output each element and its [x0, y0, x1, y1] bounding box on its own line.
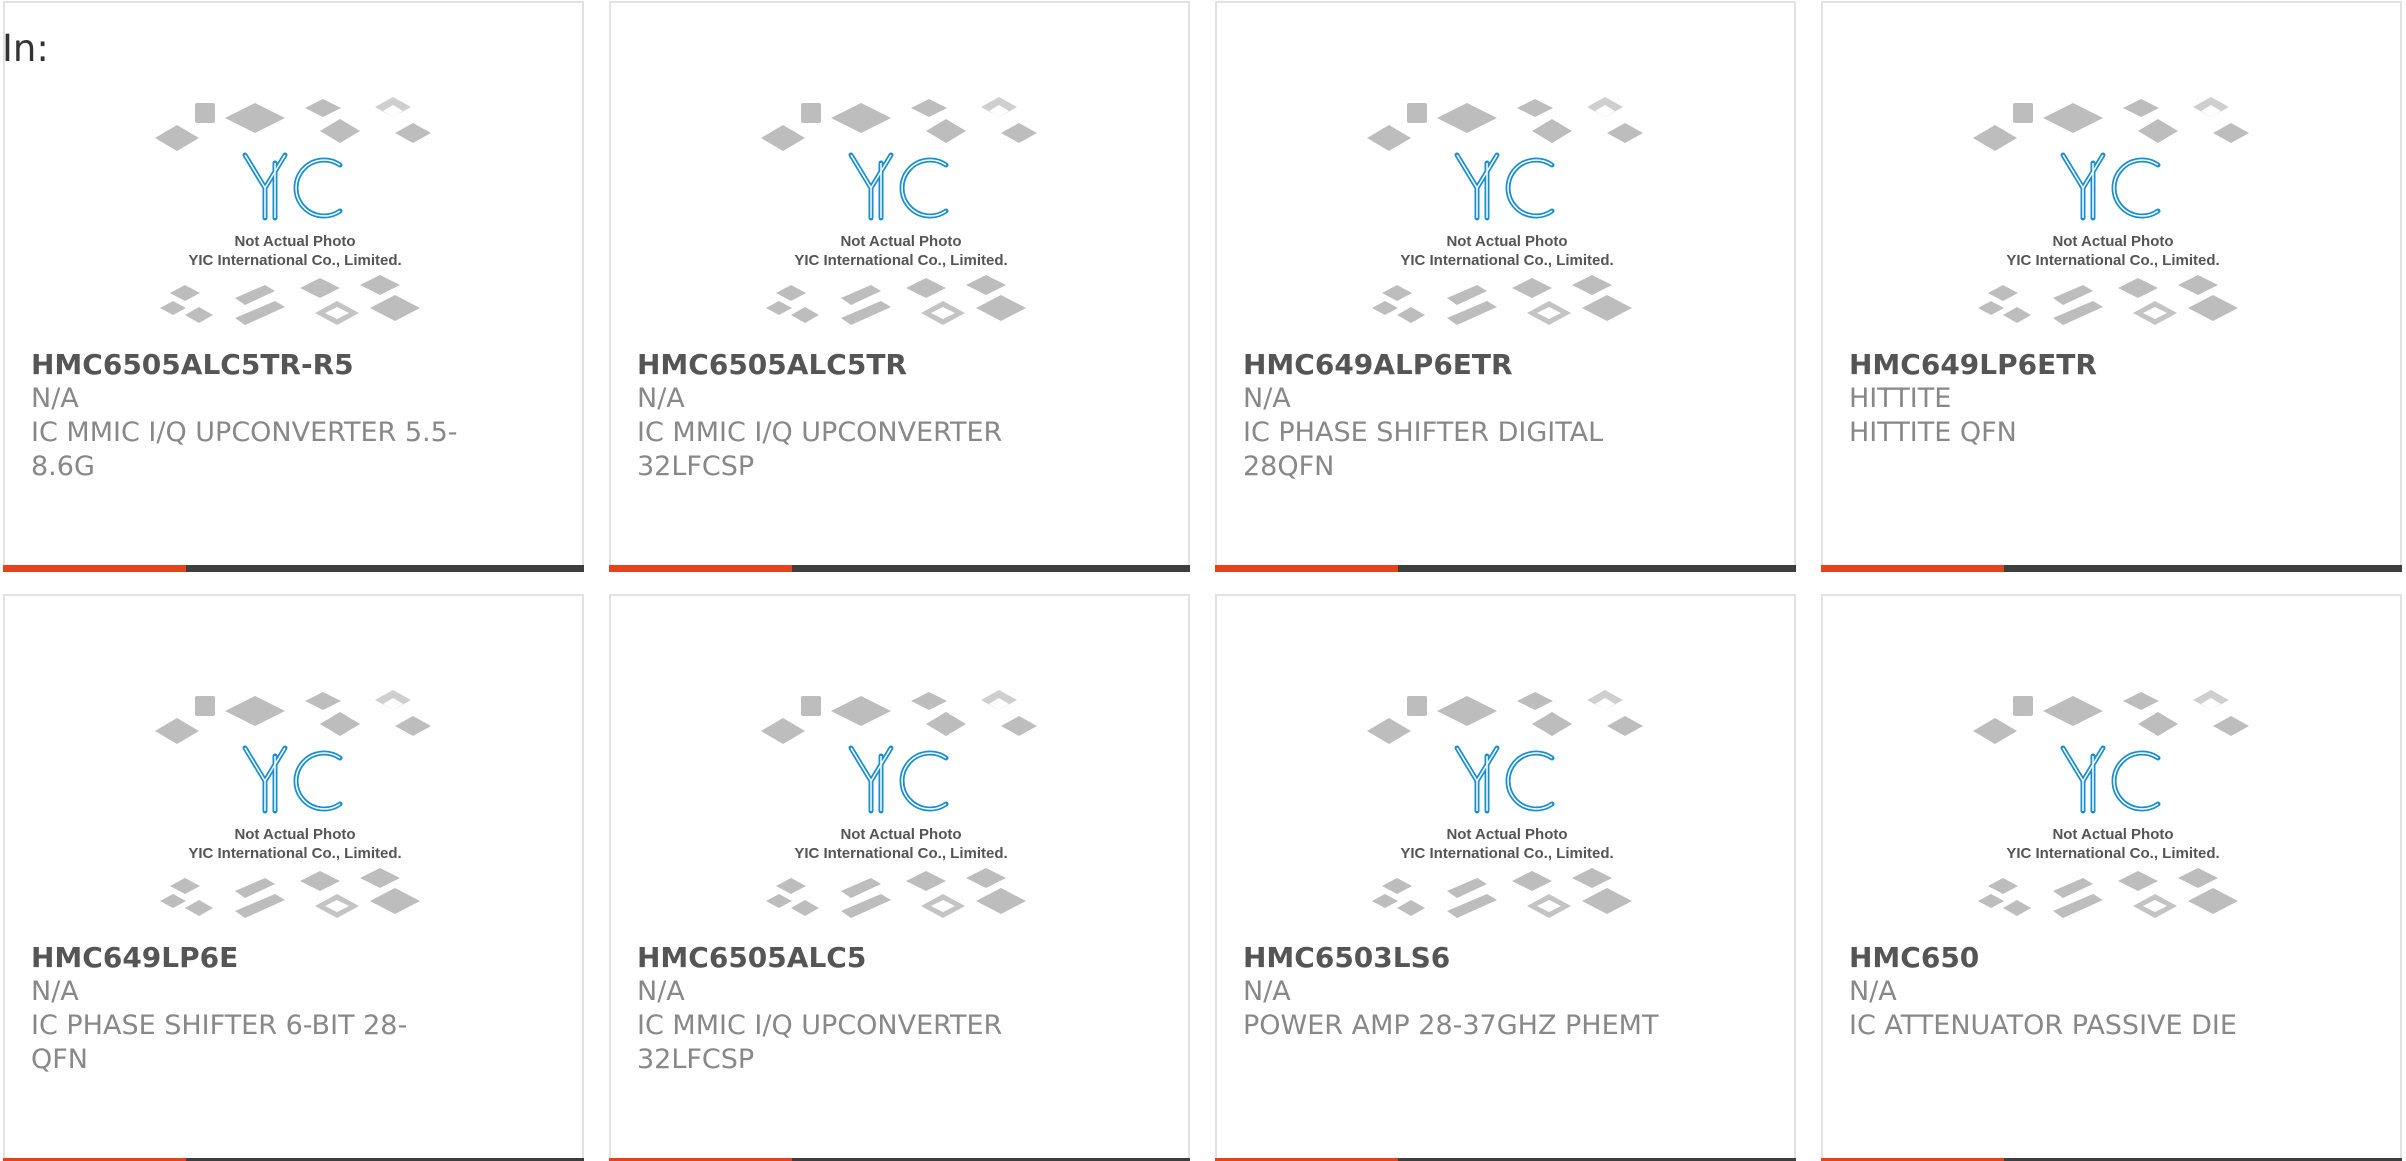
product-info: HMC6505ALC5TR-R5 N/A IC MMIC I/Q UPCONVE…: [31, 348, 461, 484]
description: IC MMIC I/Q UPCONVERTER 32LFCSP: [637, 417, 1003, 482]
part-number: HMC650: [1849, 941, 1980, 974]
product-image-placeholder: Not Actual Photo YIC International Co., …: [155, 686, 435, 926]
manufacturer: N/A: [637, 383, 685, 414]
product-card-5[interactable]: Not Actual Photo YIC International Co., …: [3, 594, 584, 1161]
product-info: HMC6503LS6 N/A POWER AMP 28-37GHZ PHEMT: [1243, 941, 1673, 1043]
product-info: HMC6505ALC5TR N/A IC MMIC I/Q UPCONVERTE…: [637, 348, 1067, 484]
product-card-6[interactable]: Not Actual Photo YIC International Co., …: [609, 594, 1190, 1161]
product-card-7[interactable]: Not Actual Photo YIC International Co., …: [1215, 594, 1796, 1161]
chip-placeholder-image: Not Actual Photo YIC International Co., …: [1973, 690, 2249, 918]
chip-placeholder-image: Not Actual Photo YIC International Co., …: [1973, 97, 2249, 325]
placeholder-line2: YIC International Co., Limited.: [794, 845, 1007, 862]
placeholder-line1: Not Actual Photo: [840, 233, 961, 250]
placeholder-line1: Not Actual Photo: [234, 233, 355, 250]
card-bottom-bar-accent: [1821, 565, 2004, 572]
product-info: HMC649LP6E N/A IC PHASE SHIFTER 6-BIT 28…: [31, 941, 461, 1077]
description: HITTITE QFN: [1849, 417, 2017, 448]
product-image-placeholder: Not Actual Photo YIC International Co., …: [1367, 93, 1647, 333]
product-image-placeholder: Not Actual Photo YIC International Co., …: [1367, 686, 1647, 926]
card-bottom-bar: [609, 565, 1190, 572]
product-card-8[interactable]: Not Actual Photo YIC International Co., …: [1821, 594, 2402, 1161]
placeholder-line2: YIC International Co., Limited.: [1400, 845, 1613, 862]
placeholder-line1: Not Actual Photo: [2052, 826, 2173, 843]
product-info: HMC6505ALC5 N/A IC MMIC I/Q UPCONVERTER …: [637, 941, 1067, 1077]
product-card-1[interactable]: Not Actual Photo YIC International Co., …: [3, 1, 584, 572]
part-number: HMC6505ALC5TR: [637, 348, 907, 381]
manufacturer: N/A: [31, 383, 79, 414]
manufacturer: N/A: [1243, 383, 1291, 414]
card-bottom-bar-accent: [1215, 565, 1398, 572]
card-bottom-bar: [1215, 565, 1796, 572]
description: POWER AMP 28-37GHZ PHEMT: [1243, 1010, 1659, 1041]
product-grid: Not Actual Photo YIC International Co., …: [3, 1, 2406, 1161]
product-card-2[interactable]: Not Actual Photo YIC International Co., …: [609, 1, 1190, 572]
description: IC PHASE SHIFTER 6-BIT 28-QFN: [31, 1010, 408, 1075]
chip-placeholder-image: Not Actual Photo YIC International Co., …: [1367, 97, 1643, 325]
description: IC MMIC I/Q UPCONVERTER 5.5-8.6G: [31, 417, 458, 482]
product-listing-page: In: Not Actual Photo YIC International C…: [0, 0, 2406, 1161]
manufacturer: N/A: [1243, 976, 1291, 1007]
part-number: HMC649ALP6ETR: [1243, 348, 1513, 381]
manufacturer: N/A: [1849, 976, 1897, 1007]
product-info: HMC650 N/A IC ATTENUATOR PASSIVE DIE: [1849, 941, 2279, 1043]
description: IC PHASE SHIFTER DIGITAL 28QFN: [1243, 417, 1604, 482]
manufacturer: HITTITE: [1849, 383, 1952, 414]
card-bottom-bar-accent: [3, 565, 186, 572]
chip-placeholder-image: Not Actual Photo YIC International Co., …: [1367, 690, 1643, 918]
product-image-placeholder: Not Actual Photo YIC International Co., …: [1973, 93, 2253, 333]
description: IC MMIC I/Q UPCONVERTER 32LFCSP: [637, 1010, 1003, 1075]
placeholder-line1: Not Actual Photo: [2052, 233, 2173, 250]
placeholder-line1: Not Actual Photo: [1446, 233, 1567, 250]
product-info: HMC649ALP6ETR N/A IC PHASE SHIFTER DIGIT…: [1243, 348, 1673, 484]
manufacturer: N/A: [637, 976, 685, 1007]
chip-placeholder-image: Not Actual Photo YIC International Co., …: [761, 97, 1037, 325]
chip-placeholder-image: Not Actual Photo YIC International Co., …: [155, 690, 431, 918]
placeholder-line2: YIC International Co., Limited.: [188, 252, 401, 269]
placeholder-line2: YIC International Co., Limited.: [1400, 252, 1613, 269]
card-bottom-bar-accent: [609, 565, 792, 572]
placeholder-line1: Not Actual Photo: [1446, 826, 1567, 843]
in-label: In:: [2, 27, 49, 70]
chip-placeholder-image: Not Actual Photo YIC International Co., …: [155, 97, 431, 325]
part-number: HMC649LP6ETR: [1849, 348, 2097, 381]
product-image-placeholder: Not Actual Photo YIC International Co., …: [1973, 686, 2253, 926]
product-image-placeholder: Not Actual Photo YIC International Co., …: [155, 93, 435, 333]
card-bottom-bar: [3, 565, 584, 572]
product-card-4[interactable]: Not Actual Photo YIC International Co., …: [1821, 1, 2402, 572]
card-bottom-bar: [1821, 565, 2402, 572]
part-number: HMC649LP6E: [31, 941, 239, 974]
part-number: HMC6503LS6: [1243, 941, 1451, 974]
manufacturer: N/A: [31, 976, 79, 1007]
placeholder-line2: YIC International Co., Limited.: [2006, 845, 2219, 862]
chip-placeholder-image: Not Actual Photo YIC International Co., …: [761, 690, 1037, 918]
placeholder-line2: YIC International Co., Limited.: [2006, 252, 2219, 269]
product-image-placeholder: Not Actual Photo YIC International Co., …: [761, 686, 1041, 926]
product-card-3[interactable]: Not Actual Photo YIC International Co., …: [1215, 1, 1796, 572]
placeholder-line2: YIC International Co., Limited.: [188, 845, 401, 862]
part-number: HMC6505ALC5TR-R5: [31, 348, 354, 381]
description: IC ATTENUATOR PASSIVE DIE: [1849, 1010, 2237, 1041]
product-info: HMC649LP6ETR HITTITE HITTITE QFN: [1849, 348, 2279, 450]
product-image-placeholder: Not Actual Photo YIC International Co., …: [761, 93, 1041, 333]
placeholder-line1: Not Actual Photo: [234, 826, 355, 843]
placeholder-line1: Not Actual Photo: [840, 826, 961, 843]
placeholder-line2: YIC International Co., Limited.: [794, 252, 1007, 269]
part-number: HMC6505ALC5: [637, 941, 867, 974]
